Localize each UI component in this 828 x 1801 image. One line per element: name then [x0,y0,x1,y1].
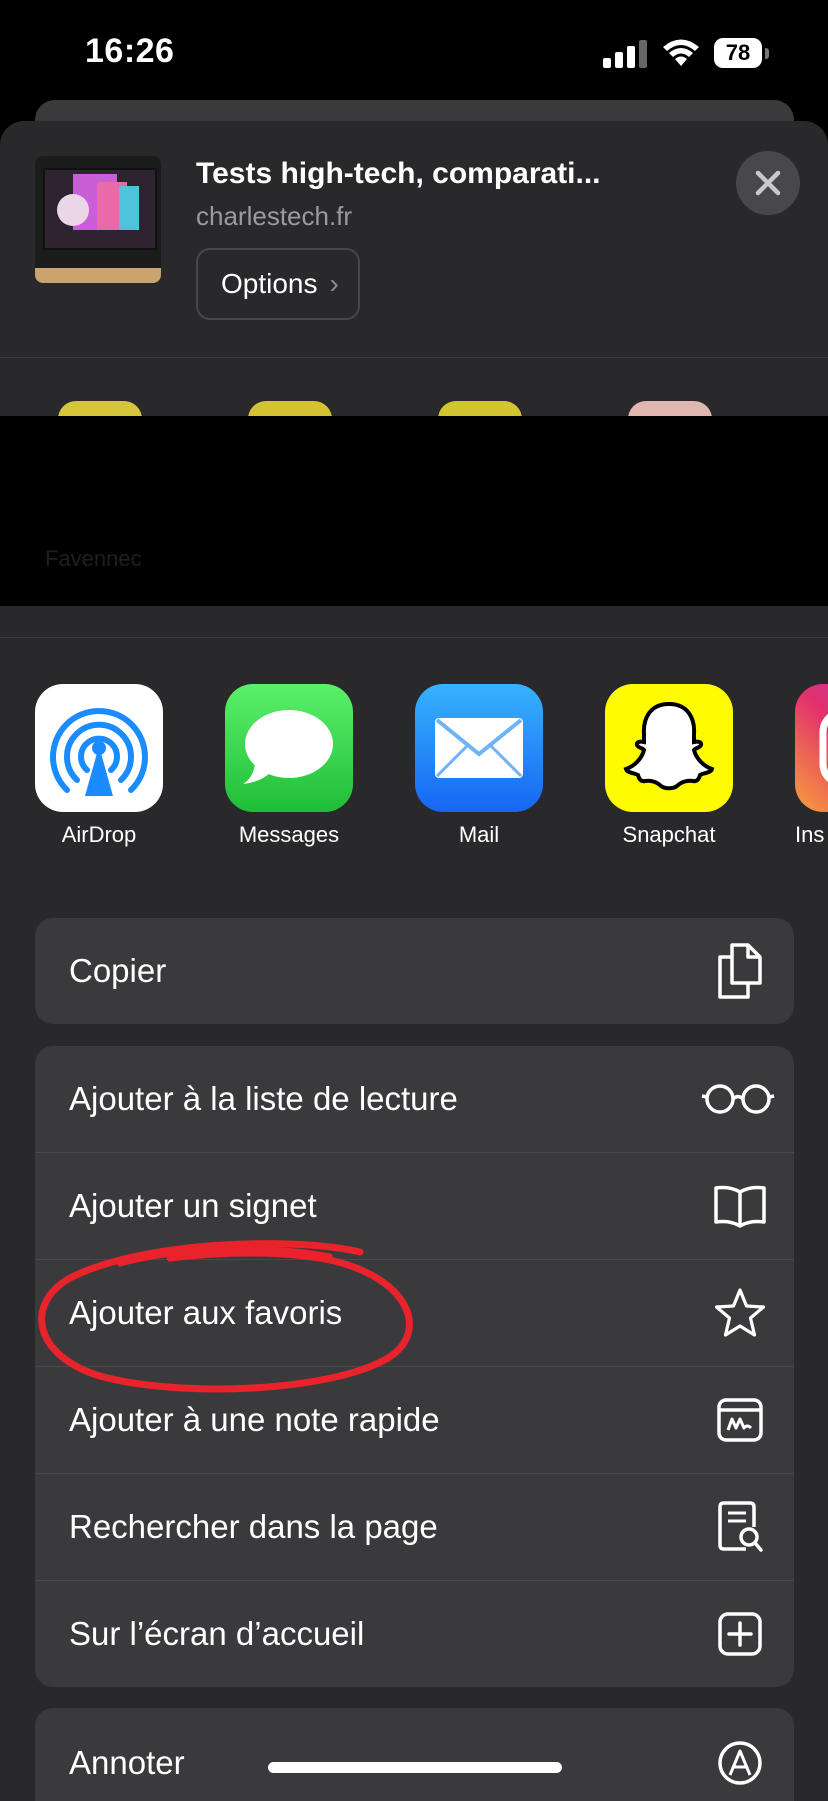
markup-icon [712,1735,768,1791]
close-button[interactable] [736,151,800,215]
copy-group: Copier [35,918,794,1024]
messages-icon [225,684,353,812]
options-button[interactable]: Options › [196,248,360,320]
app-messages[interactable]: Messages [225,684,353,848]
copy-icon [712,943,768,999]
action-label: Ajouter un signet [69,1187,317,1224]
app-instagram[interactable]: Ins [795,684,828,848]
action-bookmark[interactable]: Ajouter un signet [35,1152,794,1259]
action-quick-note[interactable]: Ajouter à une note rapide [35,1366,794,1473]
action-find-in-page[interactable]: Rechercher dans la page [35,1473,794,1580]
snapchat-icon [605,684,733,812]
action-label: Copier [69,952,167,989]
redacted-contacts-bar [0,416,828,606]
airdrop-icon [35,684,163,812]
action-label: Sur l’écran d’accueil [69,1615,365,1652]
status-time: 16:26 [85,32,175,70]
action-label: Ajouter à une note rapide [69,1401,440,1438]
battery-icon: 78 [714,38,770,70]
app-label: Snapchat [622,822,716,847]
contact-name: Favennec [45,546,142,571]
annotate-group: Annoter [35,1708,794,1801]
app-label: AirDrop [61,822,137,847]
action-copy[interactable]: Copier [35,918,794,1024]
app-mail[interactable]: Mail [415,684,543,848]
find-in-page-icon [712,1499,768,1555]
app-label: Messages [238,822,340,847]
add-square-icon [712,1606,768,1662]
status-bar: 16:26 78 [0,0,828,110]
glasses-icon [700,1071,776,1127]
home-indicator[interactable] [268,1762,562,1773]
app-label: Ins [795,822,825,847]
action-favorites[interactable]: Ajouter aux favoris [35,1259,794,1366]
action-reading-list[interactable]: Ajouter à la liste de lecture [35,1046,794,1152]
star-icon [712,1285,768,1341]
app-snapchat[interactable]: Snapchat [605,684,733,848]
options-label: Options [221,268,318,299]
divider [0,637,828,638]
app-label: Mail [458,822,500,847]
battery-level: 78 [714,38,762,68]
app-airdrop[interactable]: AirDrop [35,684,163,848]
action-label: Rechercher dans la page [69,1508,438,1545]
action-label: Annoter [69,1744,185,1781]
share-sheet: Tests high-tech, comparati... charlestec… [0,121,828,1801]
chevron-right-icon: › [329,268,339,299]
action-label: Ajouter à la liste de lecture [69,1080,458,1117]
book-icon [712,1178,768,1234]
quick-note-icon [712,1392,768,1448]
page-thumbnail [35,156,161,283]
close-icon [755,170,781,196]
divider [0,357,828,358]
wifi-icon [663,39,699,66]
actions-group: Ajouter à la liste de lecture Ajouter un… [35,1046,794,1687]
action-label: Ajouter aux favoris [69,1294,343,1331]
shared-page-title: Tests high-tech, comparati... [196,157,601,190]
shared-page-domain: charlestech.fr [196,201,353,231]
action-annotate[interactable]: Annoter [35,1708,794,1801]
cellular-signal-icon [603,40,647,68]
mail-icon [415,684,543,812]
instagram-icon [795,684,828,812]
action-add-to-home-screen[interactable]: Sur l’écran d’accueil [35,1580,794,1687]
